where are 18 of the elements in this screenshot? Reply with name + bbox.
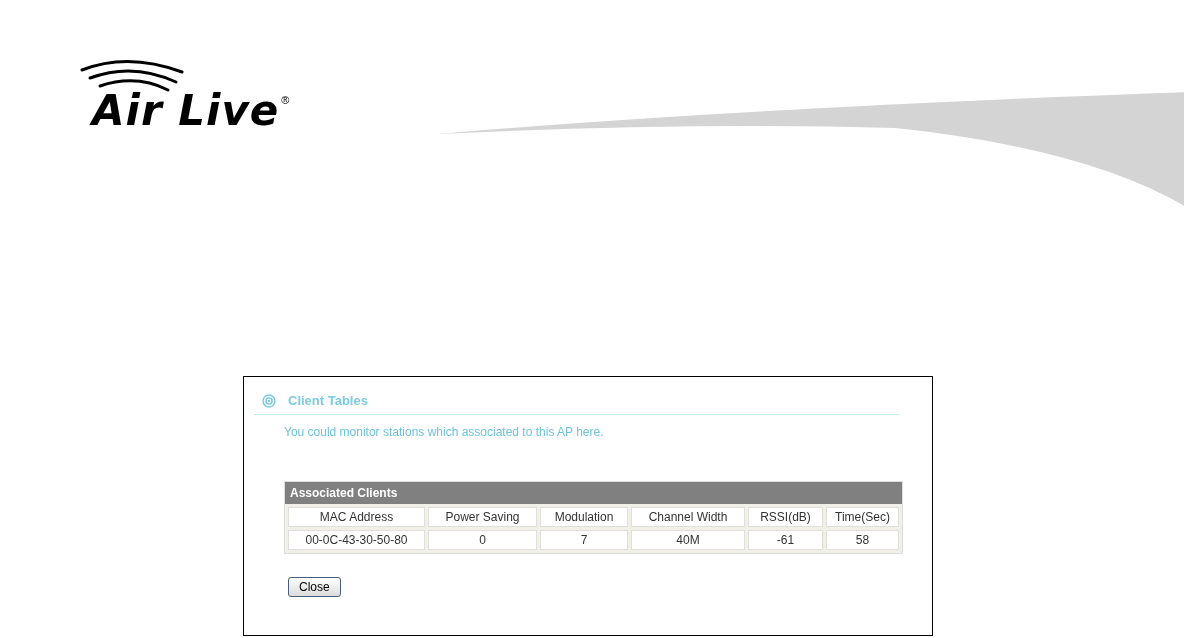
table-cell: 7 — [540, 530, 628, 550]
table-cell: -61 — [748, 530, 823, 550]
table-cell: 58 — [826, 530, 899, 550]
table-cell: 40M — [631, 530, 745, 550]
panel-description: You could monitor stations which associated to this AP here. — [284, 425, 605, 439]
column-header: Modulation — [540, 507, 628, 527]
column-header: Power Saving — [428, 507, 537, 527]
column-header: RSSI(dB) — [748, 507, 823, 527]
table-title-bar: Associated Clients — [285, 482, 902, 504]
table-cell: 00-0C-43-30-50-80 — [288, 530, 425, 550]
table-cell: 0 — [428, 530, 537, 550]
column-header: Time(Sec) — [826, 507, 899, 527]
panel-title: Client Tables — [288, 393, 368, 408]
column-header: Channel Width — [631, 507, 745, 527]
column-header: MAC Address — [288, 507, 425, 527]
close-button[interactable]: Close — [288, 577, 341, 597]
target-icon — [262, 393, 276, 408]
registered-mark: ® — [281, 94, 290, 106]
